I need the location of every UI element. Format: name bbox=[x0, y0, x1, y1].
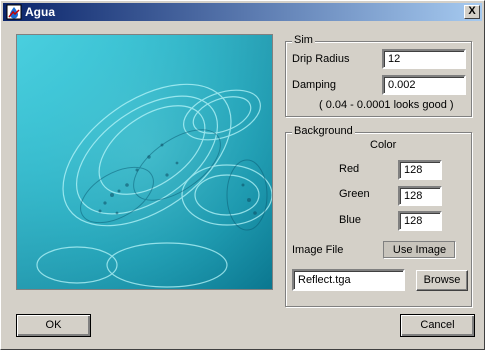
red-input[interactable] bbox=[398, 160, 442, 180]
drip-radius-input[interactable] bbox=[382, 49, 466, 69]
damping-label: Damping bbox=[292, 79, 337, 91]
image-file-input[interactable] bbox=[292, 269, 405, 291]
damping-hint: ( 0.04 - 0.0001 looks good ) bbox=[319, 99, 454, 111]
background-group: Background Color Red Green Blue Image Fi… bbox=[285, 125, 472, 307]
cancel-button[interactable]: Cancel bbox=[400, 314, 475, 337]
browse-button[interactable]: Browse bbox=[416, 270, 468, 291]
image-file-label: Image File bbox=[292, 244, 344, 256]
sim-group: Sim Drip Radius Damping ( 0.04 - 0.0001 … bbox=[285, 34, 472, 117]
color-label: Color bbox=[370, 139, 397, 151]
water-drop-app-icon bbox=[6, 4, 22, 20]
use-image-toggle[interactable]: Use Image bbox=[383, 241, 456, 259]
title-bar[interactable]: Agua X bbox=[3, 3, 482, 21]
ok-button[interactable]: OK bbox=[16, 314, 91, 337]
drip-radius-label: Drip Radius bbox=[292, 53, 350, 65]
blue-label: Blue bbox=[339, 214, 362, 226]
damping-input[interactable] bbox=[382, 75, 466, 95]
agua-dialog: Agua X Sim Drip Radius 12 Damping 0.002 … bbox=[0, 0, 485, 350]
blue-input[interactable] bbox=[398, 211, 442, 231]
sim-group-title: Sim bbox=[292, 34, 315, 46]
close-button[interactable]: X bbox=[464, 5, 480, 19]
water-ripple-image[interactable] bbox=[17, 35, 273, 290]
red-label: Red bbox=[339, 163, 360, 175]
window-title: Agua bbox=[25, 5, 55, 19]
close-icon: X bbox=[468, 5, 476, 17]
green-label: Green bbox=[339, 188, 370, 200]
green-input[interactable] bbox=[398, 186, 442, 206]
background-group-title: Background bbox=[292, 125, 355, 137]
water-preview[interactable] bbox=[16, 34, 273, 290]
